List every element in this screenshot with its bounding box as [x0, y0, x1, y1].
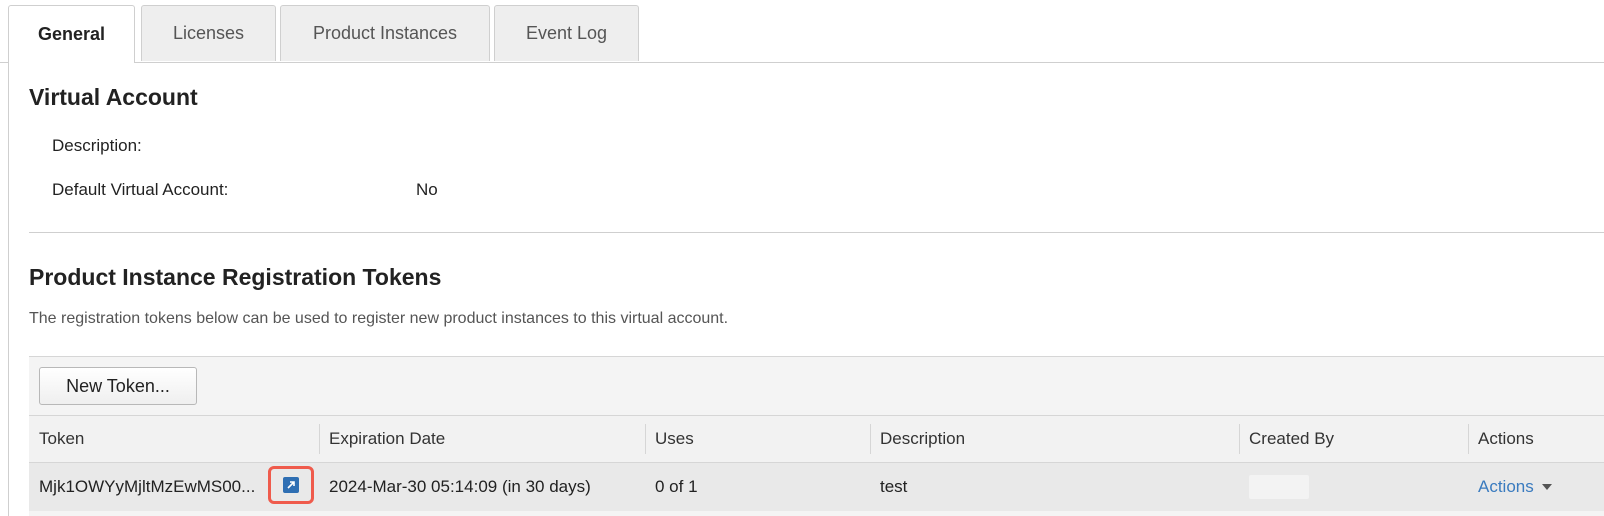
- tokens-table-panel: New Token... Token Expiration Date Uses …: [29, 356, 1604, 516]
- copy-token-button[interactable]: [268, 466, 314, 504]
- tab-product-instances-label: Product Instances: [312, 23, 458, 43]
- created-by-cell: [1239, 463, 1468, 511]
- created-by-redacted: [1249, 475, 1309, 499]
- actions-dropdown[interactable]: Actions: [1478, 477, 1552, 497]
- tokens-heading: Product Instance Registration Tokens: [29, 264, 442, 290]
- tab-licenses-label: Licenses: [172, 23, 245, 43]
- tab-general-label: General: [37, 24, 106, 44]
- table-row: Mjk1OWYyMjltMzEwMS00... 2024-Mar-30 05:1…: [29, 463, 1604, 511]
- tokens-toolbar: New Token...: [29, 357, 1604, 416]
- token-cell: Mjk1OWYyMjltMzEwMS00...: [29, 463, 319, 511]
- tab-event-log[interactable]: Event Log: [494, 5, 639, 61]
- token-value[interactable]: Mjk1OWYyMjltMzEwMS00...: [39, 477, 271, 497]
- tokens-table-header: Token Expiration Date Uses Description C…: [29, 416, 1604, 463]
- expiration-date-cell: 2024-Mar-30 05:14:09 (in 30 days): [329, 477, 591, 496]
- description-label: Description:: [52, 136, 142, 155]
- description-cell: test: [880, 477, 908, 496]
- uses-cell: 0 of 1: [655, 477, 698, 496]
- column-header-created-by[interactable]: Created By: [1239, 416, 1468, 462]
- tab-bar: General Licenses Product Instances Event…: [0, 0, 1604, 63]
- actions-label: Actions: [1478, 477, 1534, 496]
- default-virtual-account-value: No: [416, 180, 438, 199]
- column-header-description[interactable]: Description: [870, 416, 1239, 462]
- copy-token-icon[interactable]: [283, 477, 299, 493]
- column-header-expiration-date[interactable]: Expiration Date: [319, 416, 645, 462]
- tab-product-instances[interactable]: Product Instances: [280, 5, 490, 61]
- tokens-description: The registration tokens below can be use…: [29, 310, 729, 327]
- actions-cell: Actions: [1468, 463, 1604, 511]
- tab-general[interactable]: General: [8, 5, 135, 63]
- column-header-actions: Actions: [1468, 416, 1604, 462]
- new-token-button[interactable]: New Token...: [39, 367, 197, 405]
- column-header-uses[interactable]: Uses: [645, 416, 870, 462]
- virtual-account-heading: Virtual Account: [29, 84, 198, 110]
- section-divider: [29, 232, 1604, 233]
- column-header-token[interactable]: Token: [29, 416, 319, 462]
- chevron-down-icon: [1541, 484, 1552, 490]
- tab-event-log-label: Event Log: [525, 23, 608, 43]
- default-virtual-account-label: Default Virtual Account:: [52, 180, 229, 199]
- page: General Licenses Product Instances Event…: [0, 0, 1604, 516]
- tab-licenses[interactable]: Licenses: [141, 5, 276, 61]
